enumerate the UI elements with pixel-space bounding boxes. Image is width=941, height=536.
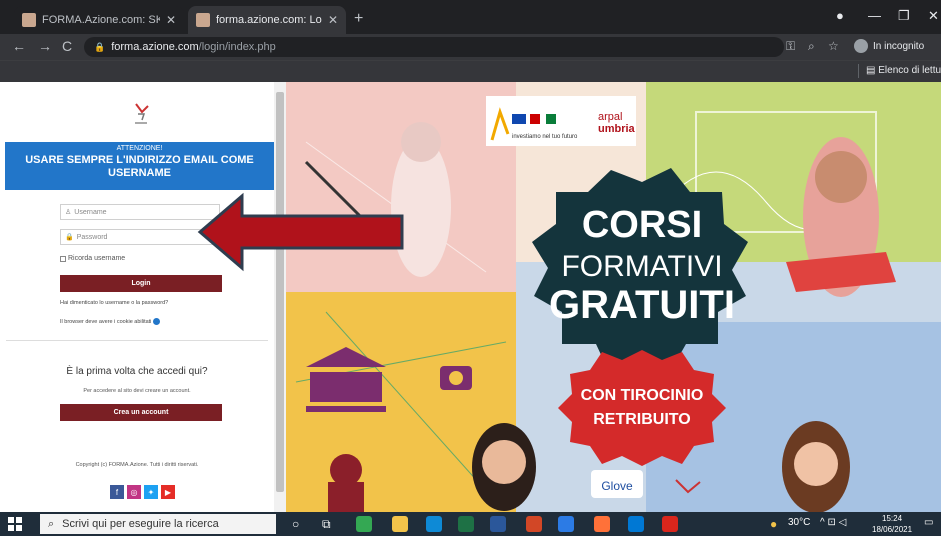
cookies-text: Il browser deve avere i cookie abilitati: [60, 318, 152, 325]
banner-tagline: investiamo nel tuo futuro: [512, 134, 578, 140]
remember-username-checkbox[interactable]: Ricorda username: [60, 255, 125, 262]
word-icon[interactable]: [490, 516, 506, 532]
tab-skills-culture[interactable]: FORMA.Azione.com: SKILLS CULT ✕: [14, 6, 184, 34]
profile-dot-icon[interactable]: ●: [836, 8, 844, 23]
alert-text: USARE SEMPRE L'INDIRIZZO EMAIL COME USER…: [25, 154, 254, 179]
close-tab-icon[interactable]: ✕: [166, 13, 176, 27]
excel-icon[interactable]: [458, 516, 474, 532]
arpal-logo-line1: arpal: [598, 111, 622, 123]
login-button[interactable]: Login: [60, 275, 222, 292]
notifications-icon[interactable]: ▭: [924, 517, 933, 528]
glove-logo: Glove: [601, 479, 633, 493]
url-field[interactable]: 🔒 forma.azione.com /login/index.php: [84, 37, 784, 57]
cortana-icon[interactable]: ○: [292, 517, 299, 531]
forward-icon[interactable]: →: [38, 38, 52, 54]
restore-icon[interactable]: ❐: [898, 8, 910, 24]
taskbar-search-input[interactable]: ⌕ Scrivi qui per eseguire la ricerca: [40, 514, 276, 534]
reading-list-label: Elenco di lettura: [878, 65, 941, 76]
create-account-button[interactable]: Crea un account: [60, 404, 222, 421]
username-placeholder: Username: [74, 208, 107, 216]
remember-label: Ricorda username: [68, 255, 126, 262]
reload-icon[interactable]: C: [62, 38, 72, 54]
promo-banner: CORSI FORMATIVI GRATUITI CON TIROCINIO R…: [286, 82, 941, 512]
sub-retribuito: RETRIBUITO: [593, 411, 690, 428]
alert-title: ATTENZIONE!: [116, 145, 163, 152]
new-tab-icon[interactable]: +: [354, 10, 363, 28]
clock[interactable]: 15:24 18/06/2021: [872, 513, 912, 535]
cookies-notice: Il browser deve avere i cookie abilitati: [60, 318, 161, 325]
file-explorer-icon[interactable]: [392, 516, 408, 532]
search-icon: ⌕: [48, 517, 55, 530]
windows-taskbar: ⌕ Scrivi qui per eseguire la ricerca ○ ⧉…: [0, 512, 941, 536]
email-alert-banner: ATTENZIONE! USARE SEMPRE L'INDIRIZZO EMA…: [5, 142, 274, 190]
lock-icon: 🔒: [65, 234, 74, 241]
forgot-password-link[interactable]: Hai dimenticato lo username o la passwor…: [60, 300, 168, 306]
page-content: ATTENZIONE! USARE SEMPRE L'INDIRIZZO EMA…: [0, 82, 941, 512]
incognito-indicator[interactable]: In incognito: [854, 39, 924, 53]
windows-start-icon[interactable]: [8, 517, 22, 531]
weather-icon: ●: [770, 517, 778, 531]
system-tray-icons[interactable]: ^ ⊡ ◁: [820, 517, 846, 528]
minimize-icon[interactable]: —: [868, 8, 881, 23]
clock-date: 18/06/2021: [872, 525, 913, 534]
headline-corsi: CORSI: [582, 204, 702, 246]
lock-icon: 🔒: [94, 41, 106, 52]
close-window-icon[interactable]: ✕: [928, 8, 939, 24]
acrobat-icon[interactable]: [662, 516, 678, 532]
outlook-icon[interactable]: [628, 516, 644, 532]
instagram-icon[interactable]: ◎: [127, 485, 141, 499]
site-favicon-icon: [196, 13, 210, 27]
back-icon[interactable]: ←: [12, 38, 26, 54]
site-favicon-icon: [22, 13, 36, 27]
url-path: /login/index.php: [198, 41, 276, 53]
scrollbar-thumb[interactable]: [276, 92, 284, 492]
reading-list-button[interactable]: ▤ Elenco di lettura: [858, 64, 941, 78]
twitter-icon[interactable]: ✦: [144, 485, 158, 499]
login-panel: ATTENZIONE! USARE SEMPRE L'INDIRIZZO EMA…: [0, 82, 274, 512]
copyright-text: Copyright (c) FORMA.Azione. Tutti i diri…: [75, 462, 199, 468]
chrome-icon[interactable]: [356, 516, 372, 532]
edge-icon[interactable]: [426, 516, 442, 532]
sub-con-tirocinio: CON TIROCINIO: [581, 387, 704, 404]
search-placeholder: Scrivi qui per eseguire la ricerca: [62, 518, 219, 530]
bookmark-bar: ▤ Elenco di lettura: [0, 60, 941, 82]
url-host: forma.azione.com: [111, 41, 199, 53]
password-placeholder: Password: [76, 233, 108, 241]
firefox-icon[interactable]: [594, 516, 610, 532]
incognito-icon: [854, 39, 868, 53]
divider: [6, 340, 268, 341]
zoom-icon[interactable]: ⌕: [808, 39, 815, 54]
annotation-arrow-icon: [197, 192, 404, 272]
divider: [858, 64, 859, 78]
headline-formativi: FORMATIVI: [561, 250, 722, 283]
first-time-heading: È la prima volta che accedi qui?: [66, 366, 208, 377]
tab-login[interactable]: forma.azione.com: Login al sito ✕: [188, 6, 346, 34]
reading-list-icon: ▤: [866, 65, 876, 76]
incognito-label: In incognito: [873, 40, 925, 52]
youtube-icon[interactable]: ▶: [161, 485, 175, 499]
help-icon[interactable]: [153, 318, 161, 325]
browser-tab-bar: FORMA.Azione.com: SKILLS CULT ✕ forma.az…: [0, 0, 941, 34]
task-view-icon[interactable]: ⧉: [322, 517, 331, 532]
tab-title: forma.azione.com: Login al sito: [216, 14, 322, 26]
promo-banner-graphic: CORSI FORMATIVI GRATUITI CON TIROCINIO R…: [286, 82, 941, 512]
close-tab-icon[interactable]: ✕: [328, 13, 338, 27]
weather-temp[interactable]: 30°C: [788, 517, 810, 528]
address-toolbar: ← → C 🔒 forma.azione.com /login/index.ph…: [0, 34, 941, 60]
checkbox-box[interactable]: [60, 255, 66, 262]
powerpoint-icon[interactable]: [526, 516, 542, 532]
bookmark-star-icon[interactable]: ☆: [828, 39, 839, 53]
user-icon: ♙: [65, 209, 72, 216]
store-icon[interactable]: [558, 516, 574, 532]
facebook-icon[interactable]: f: [110, 485, 124, 499]
arpal-logo-line2: umbria: [598, 123, 636, 135]
social-links: f ◎ ✦ ▶: [110, 485, 175, 499]
tab-title: FORMA.Azione.com: SKILLS CULT: [42, 14, 160, 26]
clock-time: 15:24: [882, 514, 903, 523]
key-icon[interactable]: ⚿: [786, 39, 795, 54]
headline-gratuiti: GRATUITI: [549, 283, 735, 327]
first-time-subtext: Per accedere al sito devi creare un acco…: [83, 388, 191, 394]
forma-azione-logo-icon: [135, 103, 149, 124]
